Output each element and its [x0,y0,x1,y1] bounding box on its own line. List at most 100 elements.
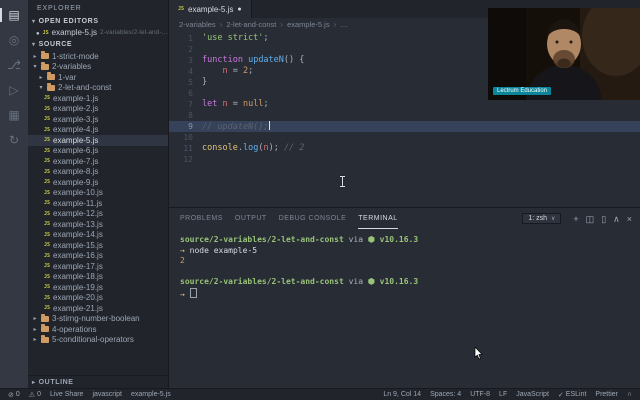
tree-folder-2-let-and-const[interactable]: ▾ 2-let-and-const [28,82,168,94]
tree-file-example-16.js[interactable]: example-16.js [28,251,168,262]
code-token: ; [263,99,269,109]
explorer-icon[interactable]: ▤ [0,8,28,22]
folder-icon [47,72,55,81]
code-line-12[interactable]: 12 [169,154,640,165]
notifications-bell[interactable]: ∩ [627,391,632,399]
tree-file-example-4.js[interactable]: example-4.js [28,125,168,136]
code-line-9[interactable]: 9 // updateN(); [169,121,640,132]
cursor-position[interactable]: Ln 9, Col 14 [383,391,421,399]
tree-folder-2-variables[interactable]: ▾ 2-variables [28,61,168,73]
source-control-icon[interactable]: ⎇ [0,58,28,72]
problems-errors[interactable]: ⊘ 0 [8,391,20,399]
problems-warnings[interactable]: ⚠ 0 [29,391,41,399]
problems-warnings-label: 0 [37,391,41,398]
tree-file-example-3.js[interactable]: example-3.js [28,114,168,125]
panel-tab-output[interactable]: OUTPUT [235,209,267,229]
tree-item-label: example-7.js [53,156,99,166]
eol[interactable]: LF [499,391,507,399]
code-line-11[interactable]: 11 console.log(n); // 2 [169,143,640,154]
code-token: null [242,99,264,109]
breadcrumb-separator-icon: › [219,20,223,29]
tree-file-example-10.js[interactable]: example-10.js [28,188,168,199]
search-icon[interactable]: ◎ [0,33,28,47]
tree-file-example-9.js[interactable]: example-9.js [28,177,168,188]
outline-section-header[interactable]: OUTLINE [28,375,168,388]
debug-icon[interactable]: ▷ [0,83,28,97]
tree-folder-1-var[interactable]: ▸ 1-var [28,72,168,83]
tree-file-example-20.js[interactable]: example-20.js [28,293,168,304]
breadcrumb-item[interactable]: example-5.js [287,20,330,29]
tree-file-example-13.js[interactable]: example-13.js [28,219,168,230]
open-editors-header[interactable]: OPEN EDITORS [28,16,168,27]
tree-file-example-15.js[interactable]: example-15.js [28,240,168,251]
js-file-icon [44,232,50,238]
breadcrumb-item[interactable]: 2-let-and-const [226,20,276,29]
eslint[interactable]: ✓ ESLint [558,391,587,399]
live-share-icon[interactable]: ↻ [0,133,28,147]
code-text: let n = null; [202,99,269,110]
breadcrumb-item[interactable]: 2-variables [179,20,216,29]
tree-file-example-6.js[interactable]: example-6.js [28,146,168,157]
tree-item-label: example-17.js [53,261,103,271]
code-token: ; [263,33,269,43]
folder-icon [41,313,49,322]
panel-tab-problems[interactable]: PROBLEMS [180,209,223,229]
tree-folder-3-stirng-number-boolean[interactable]: ▸ 3-stirng-number-boolean [28,313,168,325]
terminal-cursor [189,287,197,298]
tree-folder-5-conditional-operators[interactable]: ▸ 5-conditional-operators [28,334,168,346]
terminal-shell-select[interactable]: 1: zsh ∨ [522,213,562,224]
kill-terminal-icon[interactable]: ▯ [601,214,606,224]
maximize-panel-icon[interactable]: ∧ [613,214,620,224]
tree-file-example-12.js[interactable]: example-12.js [28,209,168,220]
tree-file-example-18.js[interactable]: example-18.js [28,272,168,283]
tree-file-example-19.js[interactable]: example-19.js [28,282,168,293]
tree-item-label: 3-stirng-number-boolean [52,314,140,324]
terminal-output[interactable]: source/2-variables/2-let-and-const via ⬢… [169,229,640,388]
panel-tab-debug-console[interactable]: DEBUG CONSOLE [279,209,347,229]
notifications-bell-icon: ∩ [626,391,632,398]
terminal-token: source/2-variables/2-let-and-const [180,277,344,286]
encoding[interactable]: UTF-8 [470,391,490,399]
tree-file-example-7.js[interactable]: example-7.js [28,156,168,167]
tree-file-example-5.js[interactable]: example-5.js [28,135,168,146]
tree-folder-4-operations[interactable]: ▸ 4-operations [28,324,168,335]
eslint-icon: ✓ [557,391,564,399]
tree-folder-1-strict-mode[interactable]: ▸ 1-strict-mode [28,51,168,62]
language-item[interactable]: javascript [92,391,122,399]
breadcrumb-item[interactable]: … [340,20,348,29]
tree-file-example-2.js[interactable]: example-2.js [28,104,168,115]
tree-file-example-8.js[interactable]: example-8.js [28,167,168,178]
tree-file-example-11.js[interactable]: example-11.js [28,198,168,209]
close-panel-icon[interactable]: × [627,214,632,224]
tree-file-example-14.js[interactable]: example-14.js [28,230,168,241]
terminal-line: source/2-variables/2-let-and-const via ⬢… [180,235,640,246]
chevron-right-icon: ▸ [33,326,37,333]
open-editor-item[interactable]: example-5.js2-variables/2-let-and-const [28,27,168,39]
source-section-header[interactable]: SOURCE [28,39,168,50]
js-file-icon [44,211,50,217]
line-number: 12 [183,155,193,164]
code-line-10[interactable]: 10 [169,132,640,143]
tree-item-label: example-12.js [53,209,103,219]
code-line-8[interactable]: 8 [169,110,640,121]
tree-file-example-17.js[interactable]: example-17.js [28,261,168,272]
language-mode[interactable]: JavaScript [516,391,549,399]
file-item[interactable]: example-5.js [131,391,171,399]
tree-item-label: 2-let-and-const [58,83,112,93]
live-share[interactable]: Live Share [50,391,83,399]
tree-file-example-21.js[interactable]: example-21.js [28,303,168,314]
tree-item-label: example-14.js [53,230,103,240]
tree-file-example-1.js[interactable]: example-1.js [28,93,168,104]
open-editors-header-label: OPEN EDITORS [38,18,99,25]
tree-item-label: example-15.js [53,240,103,250]
modified-dot-icon[interactable]: ● [237,6,241,13]
extensions-icon[interactable]: ▦ [0,108,28,122]
prettier[interactable]: Prettier [595,391,618,399]
new-terminal-icon[interactable]: + [573,214,578,224]
tab-example-5[interactable]: example-5.js ● [169,0,252,18]
split-terminal-icon[interactable]: ◫ [586,214,595,224]
panel-tab-terminal[interactable]: TERMINAL [358,209,398,229]
indentation[interactable]: Spaces: 4 [430,391,461,399]
code-line-7[interactable]: 7 let n = null; [169,99,640,110]
folder-icon [41,324,49,333]
